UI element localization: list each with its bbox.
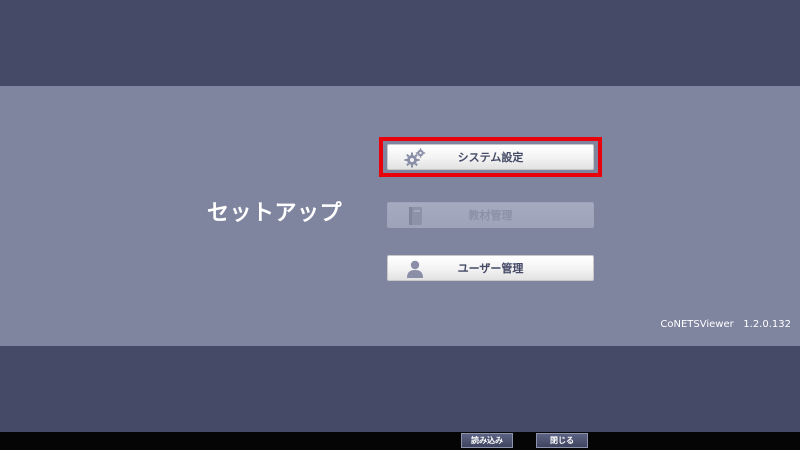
system-settings-button[interactable]: システム設定 (387, 144, 594, 170)
top-band (0, 0, 800, 86)
material-management-button[interactable]: 教材管理 (387, 202, 594, 228)
footer-bar: 読み込み 閉じる (0, 432, 800, 450)
page-title: セットアップ (207, 201, 343, 226)
load-button[interactable]: 読み込み (461, 433, 513, 448)
close-button[interactable]: 閉じる (536, 433, 588, 448)
version-text: CoNETSViewer 1.2.0.132 (660, 319, 791, 330)
bottom-band (0, 346, 800, 432)
system-settings-label: システム設定 (457, 151, 524, 164)
material-management-label: 教材管理 (468, 209, 513, 222)
setup-panel: セットアップ システム設定 教材管理 ユーザー管理 CoNETSViewer 1… (0, 86, 800, 346)
book-icon (409, 207, 422, 225)
user-management-button[interactable]: ユーザー管理 (387, 255, 594, 281)
gears-icon (404, 148, 426, 168)
user-icon (407, 260, 423, 278)
user-management-label: ユーザー管理 (457, 262, 524, 275)
